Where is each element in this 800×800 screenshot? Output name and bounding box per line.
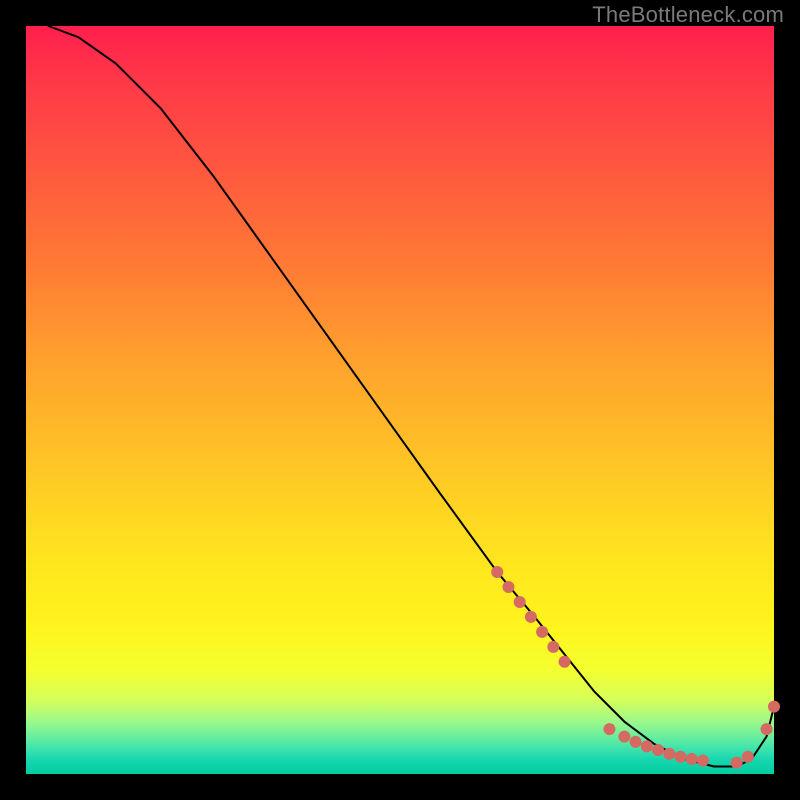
plot-gradient-background [26,26,774,774]
data-marker [502,581,514,593]
main-curve [48,26,774,767]
watermark-text: TheBottleneck.com [592,2,784,28]
data-marker [603,723,615,735]
data-marker [618,731,630,743]
data-marker [514,596,526,608]
data-marker [641,740,653,752]
data-marker [525,611,537,623]
data-marker [686,753,698,765]
data-marker [768,701,780,713]
marker-group [491,566,780,769]
data-marker [697,755,709,767]
data-marker [731,757,743,769]
data-marker [559,656,571,668]
data-marker [547,641,559,653]
chart-svg [26,26,774,774]
data-marker [675,751,687,763]
data-marker [630,736,642,748]
data-marker [491,566,503,578]
data-marker [761,723,773,735]
chart-frame: TheBottleneck.com [0,0,800,800]
data-marker [652,744,664,756]
data-marker [536,626,548,638]
data-marker [663,748,675,760]
data-marker [742,751,754,763]
